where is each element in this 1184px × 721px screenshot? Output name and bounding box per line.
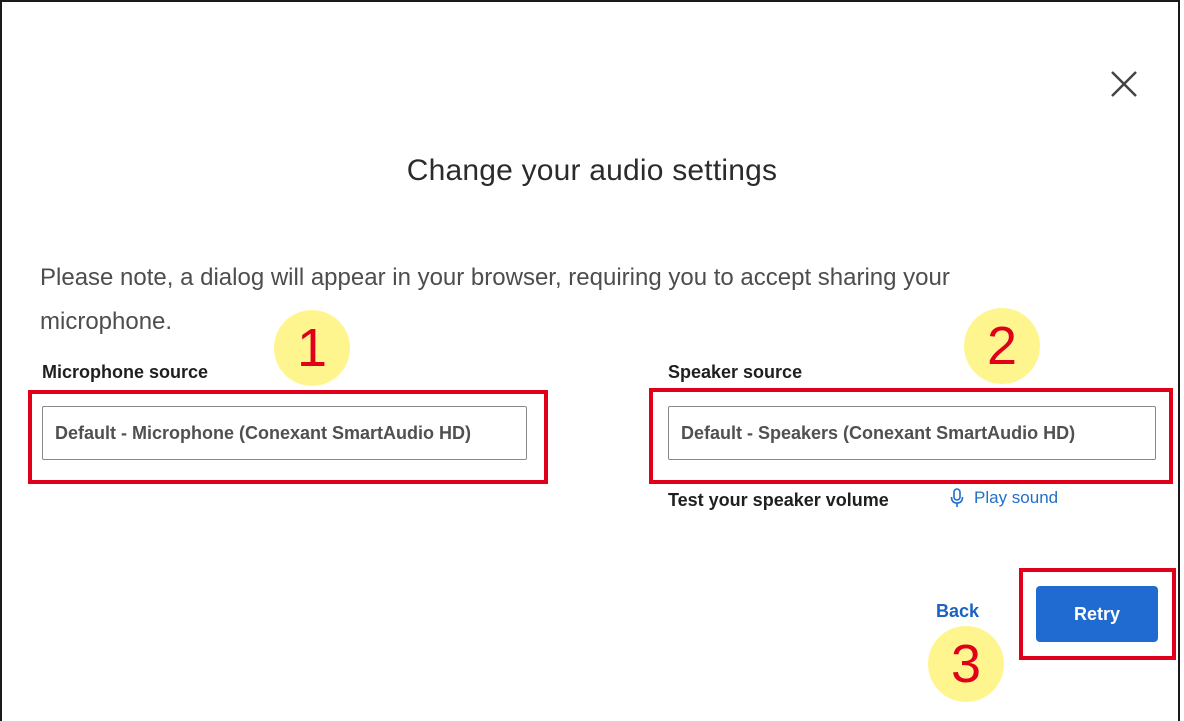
marker-3: 3 (928, 626, 1004, 702)
close-button[interactable] (1104, 64, 1144, 104)
browser-permission-note: Please note, a dialog will appear in you… (40, 264, 950, 335)
play-sound-link[interactable]: Play sound (950, 488, 1058, 508)
test-speaker-volume-label: Test your speaker volume (668, 490, 889, 510)
marker-1: 1 (274, 310, 350, 386)
close-icon (1111, 71, 1137, 97)
microphone-source-label: Microphone source (42, 362, 209, 382)
highlight-box-retry (1019, 568, 1176, 660)
back-link[interactable]: Back (936, 601, 979, 622)
microphone-icon (950, 488, 964, 507)
speaker-source-label: Speaker source (668, 362, 803, 382)
marker-2: 2 (964, 308, 1040, 384)
play-sound-label: Play sound (974, 488, 1059, 507)
highlight-box-microphone (28, 390, 548, 484)
dialog-title: Change your audio settings (406, 154, 778, 187)
highlight-box-speaker (649, 388, 1173, 484)
